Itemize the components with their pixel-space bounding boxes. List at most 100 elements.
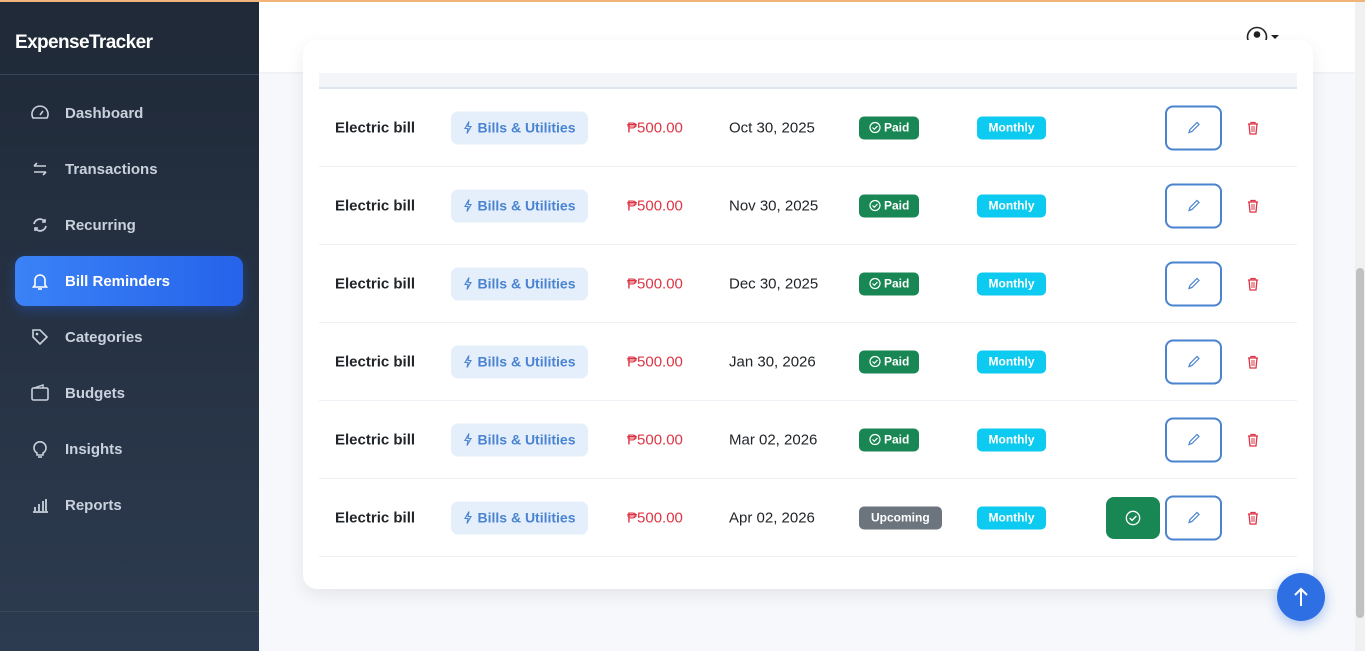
due-date: Mar 02, 2026 bbox=[729, 431, 818, 448]
edit-button[interactable] bbox=[1165, 105, 1222, 150]
table-header bbox=[319, 73, 1297, 89]
category-badge: Bills & Utilities bbox=[451, 345, 588, 378]
delete-button[interactable] bbox=[1247, 121, 1259, 135]
edit-button[interactable] bbox=[1165, 339, 1222, 384]
bill-amount: ₱500.00 bbox=[627, 275, 683, 292]
category-badge: Bills & Utilities bbox=[451, 189, 588, 222]
bell-icon bbox=[30, 271, 50, 291]
bill-amount: ₱500.00 bbox=[627, 431, 683, 448]
repeat-icon bbox=[30, 215, 50, 235]
sidebar-item-reports[interactable]: Reports bbox=[15, 480, 243, 530]
speedometer-icon bbox=[30, 103, 50, 123]
scrollbar-thumb[interactable] bbox=[1356, 268, 1364, 618]
status-label: Paid bbox=[884, 198, 910, 213]
due-date: Apr 02, 2026 bbox=[729, 509, 815, 526]
mark-paid-button[interactable] bbox=[1106, 496, 1160, 539]
bill-name: Electric bill bbox=[335, 509, 416, 526]
tags-icon bbox=[30, 327, 50, 347]
lightning-icon bbox=[464, 121, 473, 134]
delete-button[interactable] bbox=[1247, 199, 1259, 213]
status-badge: Upcoming bbox=[859, 506, 942, 529]
lightning-icon bbox=[464, 355, 473, 368]
arrows-exchange-icon bbox=[30, 159, 50, 179]
sidebar-item-label: Dashboard bbox=[65, 104, 144, 122]
frequency-badge: Monthly bbox=[977, 506, 1046, 529]
check-circle-icon bbox=[1125, 510, 1141, 526]
table-row: Electric bill Bills & Utilities ₱500.00 … bbox=[319, 167, 1297, 245]
status-badge: Paid bbox=[859, 194, 920, 217]
delete-button[interactable] bbox=[1247, 355, 1259, 369]
pencil-icon bbox=[1187, 355, 1200, 368]
sidebar-item-dashboard[interactable]: Dashboard bbox=[15, 88, 243, 138]
frequency-badge: Monthly bbox=[977, 428, 1046, 451]
category-label: Bills & Utilities bbox=[477, 509, 576, 526]
category-badge: Bills & Utilities bbox=[451, 423, 588, 456]
trash-icon bbox=[1248, 199, 1258, 213]
trash-icon bbox=[1248, 121, 1258, 135]
sidebar-item-categories[interactable]: Categories bbox=[15, 312, 243, 362]
pencil-icon bbox=[1187, 199, 1200, 212]
scroll-to-top-button[interactable] bbox=[1277, 573, 1325, 621]
bill-amount: ₱500.00 bbox=[627, 197, 683, 214]
sidebar-item-budgets[interactable]: Budgets bbox=[15, 368, 243, 418]
delete-button[interactable] bbox=[1247, 277, 1259, 291]
delete-button[interactable] bbox=[1247, 433, 1259, 447]
edit-button[interactable] bbox=[1165, 495, 1222, 540]
category-badge: Bills & Utilities bbox=[451, 501, 588, 534]
status-badge: Paid bbox=[859, 272, 920, 295]
trash-icon bbox=[1248, 277, 1258, 291]
bill-name: Electric bill bbox=[335, 275, 416, 292]
delete-button[interactable] bbox=[1247, 511, 1259, 525]
edit-button[interactable] bbox=[1165, 417, 1222, 462]
category-label: Bills & Utilities bbox=[477, 275, 576, 292]
category-badge: Bills & Utilities bbox=[451, 267, 588, 300]
check-circle-icon bbox=[869, 277, 881, 290]
due-date: Dec 30, 2025 bbox=[729, 275, 819, 292]
sidebar-item-insights[interactable]: Insights bbox=[15, 424, 243, 474]
edit-button[interactable] bbox=[1165, 183, 1222, 228]
due-date: Jan 30, 2026 bbox=[729, 353, 816, 370]
frequency-badge: Monthly bbox=[977, 194, 1046, 217]
bill-reminders-card: Electric bill Bills & Utilities ₱500.00 … bbox=[303, 40, 1313, 589]
category-badge: Bills & Utilities bbox=[451, 111, 588, 144]
bill-name: Electric bill bbox=[335, 197, 416, 214]
sidebar-nav: Dashboard Transactions Recurring Bill Remin… bbox=[0, 75, 259, 530]
table-row: Electric bill Bills & Utilities ₱500.00 … bbox=[319, 323, 1297, 401]
bill-amount: ₱500.00 bbox=[627, 119, 683, 136]
table-row: Electric bill Bills & Utilities ₱500.00 … bbox=[319, 479, 1297, 557]
edit-button[interactable] bbox=[1165, 261, 1222, 306]
due-date: Oct 30, 2025 bbox=[729, 119, 815, 136]
sidebar-item-label: Insights bbox=[65, 440, 123, 458]
top-border bbox=[0, 0, 1365, 2]
lightning-icon bbox=[464, 199, 473, 212]
sidebar-divider bbox=[0, 611, 259, 612]
wallet-icon bbox=[30, 383, 50, 403]
sidebar-item-label: Bill Reminders bbox=[65, 272, 171, 290]
lightning-icon bbox=[464, 277, 473, 290]
bill-amount: ₱500.00 bbox=[627, 353, 683, 370]
category-label: Bills & Utilities bbox=[477, 197, 576, 214]
sidebar-item-label: Reports bbox=[65, 496, 122, 514]
lightbulb-icon bbox=[30, 439, 50, 459]
sidebar-item-label: Budgets bbox=[65, 384, 125, 402]
lightning-icon bbox=[464, 511, 473, 524]
scrollbar[interactable] bbox=[1355, 0, 1365, 651]
pencil-icon bbox=[1187, 433, 1200, 446]
sidebar-item-recurring[interactable]: Recurring bbox=[15, 200, 243, 250]
frequency-badge: Monthly bbox=[977, 116, 1046, 139]
sidebar-item-bill-reminders[interactable]: Bill Reminders bbox=[15, 256, 243, 306]
status-badge: Paid bbox=[859, 116, 920, 139]
status-badge: Paid bbox=[859, 350, 920, 373]
sidebar-item-label: Categories bbox=[65, 328, 143, 346]
sidebar-item-transactions[interactable]: Transactions bbox=[15, 144, 243, 194]
table-row: Electric bill Bills & Utilities ₱500.00 … bbox=[319, 245, 1297, 323]
pencil-icon bbox=[1187, 511, 1200, 524]
table-row: Electric bill Bills & Utilities ₱500.00 … bbox=[319, 89, 1297, 167]
check-circle-icon bbox=[869, 433, 881, 446]
trash-icon bbox=[1248, 355, 1258, 369]
app-logo[interactable]: ExpenseTracker bbox=[0, 0, 259, 75]
status-label: Upcoming bbox=[871, 510, 930, 525]
arrow-up-icon bbox=[1294, 587, 1308, 606]
due-date: Nov 30, 2025 bbox=[729, 197, 819, 214]
bar-chart-icon bbox=[30, 495, 50, 515]
